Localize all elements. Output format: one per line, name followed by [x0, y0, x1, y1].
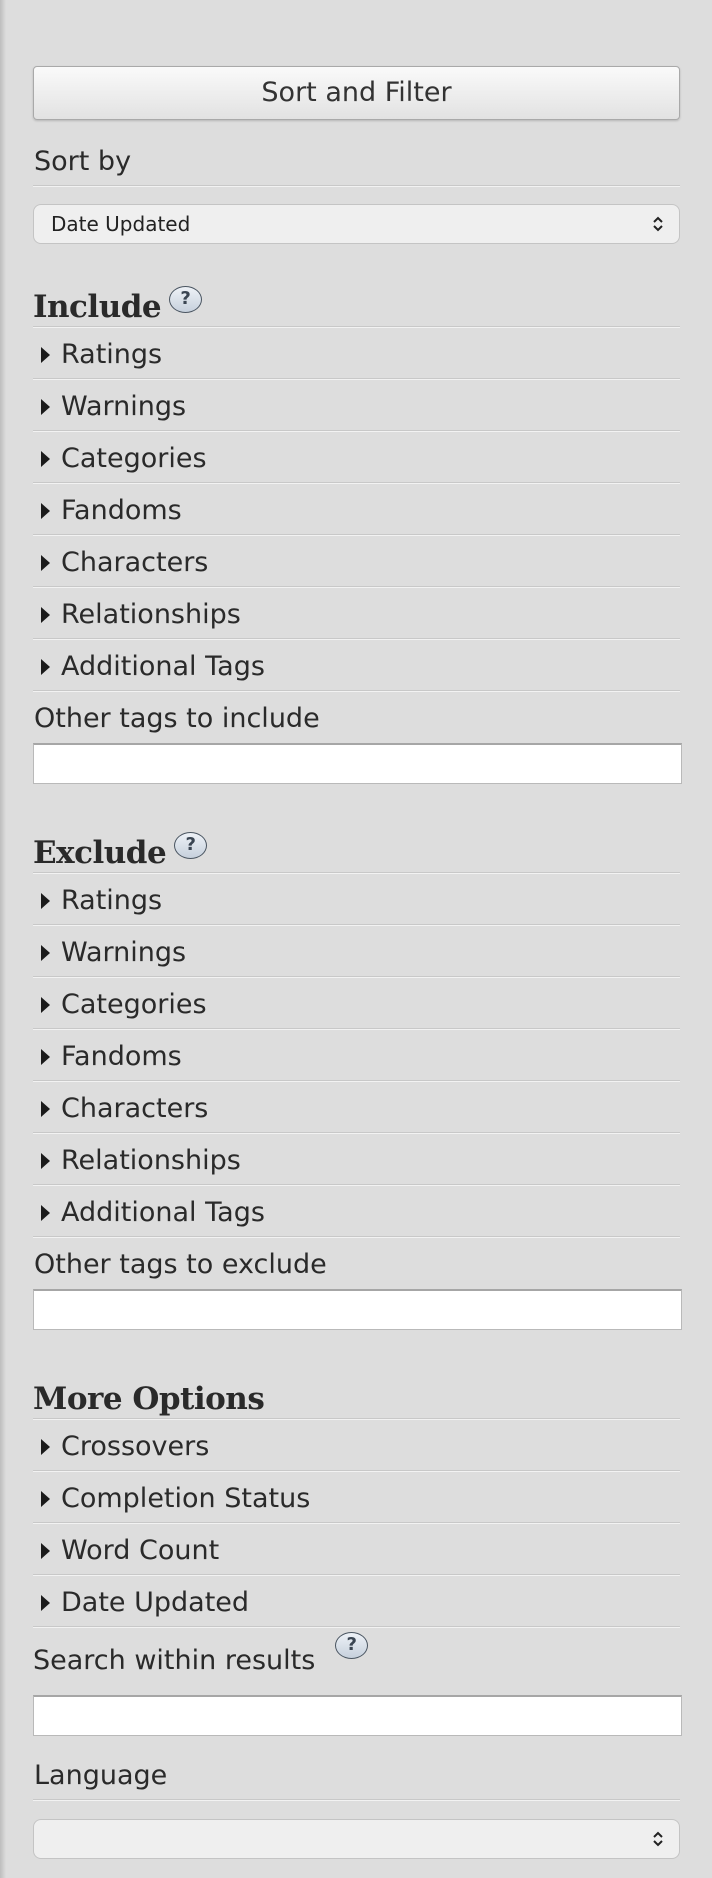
disclosure-triangle-icon — [41, 892, 50, 909]
disclosure-triangle-icon — [41, 1594, 50, 1611]
language-label: Language — [33, 1748, 680, 1800]
chevron-up-down-icon — [653, 216, 663, 232]
crossovers-toggle[interactable]: Crossovers — [33, 1419, 680, 1471]
date-updated-toggle[interactable]: Date Updated — [33, 1575, 680, 1627]
chevron-up-down-icon — [653, 1831, 663, 1847]
exclude-ratings-toggle[interactable]: Ratings — [33, 873, 680, 925]
exclude-section-header: Exclude ? — [33, 832, 680, 873]
disclosure-triangle-icon — [41, 398, 50, 415]
sort-by-select[interactable]: Date Updated — [33, 204, 680, 244]
include-help-icon[interactable]: ? — [169, 286, 203, 313]
include-categories-toggle[interactable]: Categories — [33, 431, 680, 483]
other-tags-exclude-label: Other tags to exclude — [34, 1249, 327, 1280]
disclosure-triangle-icon — [41, 554, 50, 571]
include-characters-toggle[interactable]: Characters — [33, 535, 680, 587]
disclosure-triangle-icon — [41, 1490, 50, 1507]
exclude-fandoms-toggle[interactable]: Fandoms — [33, 1029, 680, 1081]
disclosure-triangle-icon — [41, 1100, 50, 1117]
more-options-heading: More Options — [33, 1381, 265, 1417]
search-help-icon[interactable]: ? — [335, 1632, 369, 1659]
other-tags-include-label: Other tags to include — [34, 703, 320, 734]
search-within-results-row: Search within results ? — [33, 1627, 680, 1683]
exclude-help-icon[interactable]: ? — [174, 832, 208, 859]
disclosure-triangle-icon — [41, 346, 50, 363]
sort-filter-panel: Sort and Filter Sort by Date Updated Inc… — [0, 0, 712, 1878]
search-within-results-label: Search within results — [33, 1645, 316, 1676]
exclude-characters-toggle[interactable]: Characters — [33, 1081, 680, 1133]
include-fandoms-toggle[interactable]: Fandoms — [33, 483, 680, 535]
exclude-categories-toggle[interactable]: Categories — [33, 977, 680, 1029]
sort-by-selected-value: Date Updated — [51, 212, 191, 236]
disclosure-triangle-icon — [41, 1438, 50, 1455]
sort-and-filter-button[interactable]: Sort and Filter — [33, 66, 680, 120]
disclosure-triangle-icon — [41, 502, 50, 519]
include-section-header: Include ? — [33, 286, 680, 327]
exclude-additional-tags-toggle[interactable]: Additional Tags — [33, 1185, 680, 1237]
other-tags-include-input[interactable] — [33, 743, 682, 784]
disclosure-triangle-icon — [41, 1542, 50, 1559]
sort-by-label: Sort by — [33, 134, 680, 186]
word-count-toggle[interactable]: Word Count — [33, 1523, 680, 1575]
include-ratings-toggle[interactable]: Ratings — [33, 327, 680, 379]
exclude-warnings-toggle[interactable]: Warnings — [33, 925, 680, 977]
disclosure-triangle-icon — [41, 1152, 50, 1169]
disclosure-triangle-icon — [41, 1204, 50, 1221]
other-tags-exclude-input[interactable] — [33, 1289, 682, 1330]
disclosure-triangle-icon — [41, 606, 50, 623]
disclosure-triangle-icon — [41, 658, 50, 675]
search-within-results-input[interactable] — [33, 1695, 682, 1736]
exclude-relationships-toggle[interactable]: Relationships — [33, 1133, 680, 1185]
exclude-filter-list: Ratings Warnings Categories Fandoms Char… — [33, 873, 680, 1237]
completion-status-toggle[interactable]: Completion Status — [33, 1471, 680, 1523]
disclosure-triangle-icon — [41, 996, 50, 1013]
more-options-section-header: More Options — [33, 1378, 680, 1419]
more-options-list: Crossovers Completion Status Word Count … — [33, 1419, 680, 1627]
exclude-heading: Exclude — [33, 835, 167, 871]
disclosure-triangle-icon — [41, 1048, 50, 1065]
include-heading: Include — [33, 289, 162, 325]
include-relationships-toggle[interactable]: Relationships — [33, 587, 680, 639]
disclosure-triangle-icon — [41, 944, 50, 961]
language-select[interactable] — [33, 1819, 680, 1859]
disclosure-triangle-icon — [41, 450, 50, 467]
include-warnings-toggle[interactable]: Warnings — [33, 379, 680, 431]
include-additional-tags-toggle[interactable]: Additional Tags — [33, 639, 680, 691]
include-filter-list: Ratings Warnings Categories Fandoms Char… — [33, 327, 680, 691]
